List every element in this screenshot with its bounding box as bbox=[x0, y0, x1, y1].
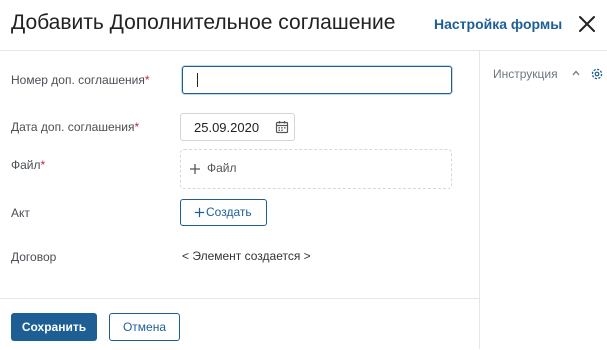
number-label-text: Номер доп. соглашения bbox=[11, 73, 145, 87]
cancel-button[interactable]: Отмена bbox=[109, 313, 180, 341]
file-upload-area[interactable]: Файл bbox=[180, 149, 452, 189]
text-caret bbox=[197, 73, 198, 87]
contract-label: Договор bbox=[11, 250, 57, 264]
side-panel: Инструкция bbox=[479, 51, 607, 349]
date-input[interactable]: 25.09.2020 bbox=[180, 113, 295, 141]
chevron-up-icon[interactable] bbox=[571, 68, 581, 78]
plus-icon bbox=[194, 207, 205, 218]
instructions-label[interactable]: Инструкция bbox=[493, 67, 558, 81]
create-act-button[interactable]: Создать bbox=[180, 199, 267, 226]
form-body: Номер доп. соглашения* Дата доп. соглаше… bbox=[0, 51, 479, 298]
date-label: Дата доп. соглашения* bbox=[11, 120, 139, 134]
date-label-text: Дата доп. соглашения bbox=[11, 120, 135, 134]
date-value: 25.09.2020 bbox=[194, 120, 260, 135]
plus-icon bbox=[190, 164, 200, 174]
contract-value: < Элемент создается > bbox=[182, 249, 311, 263]
file-label-text: Файл bbox=[11, 158, 41, 172]
number-input[interactable] bbox=[182, 66, 452, 94]
form-settings-link[interactable]: Настройка формы bbox=[434, 16, 562, 32]
calendar-icon[interactable] bbox=[275, 120, 289, 134]
save-button[interactable]: Сохранить bbox=[11, 313, 97, 341]
number-label: Номер доп. соглашения* bbox=[11, 73, 150, 87]
file-upload-label: Файл bbox=[207, 161, 237, 175]
dialog-footer: Сохранить Отмена bbox=[0, 298, 479, 350]
act-label: Акт bbox=[11, 206, 30, 220]
required-mark: * bbox=[144, 73, 150, 87]
close-icon[interactable] bbox=[575, 12, 599, 36]
file-label: Файл* bbox=[11, 158, 45, 172]
dialog-title: Добавить Дополнительное соглашение bbox=[11, 11, 396, 34]
required-mark: * bbox=[134, 120, 140, 134]
required-mark: * bbox=[40, 158, 46, 172]
create-button-label: Создать bbox=[206, 205, 252, 219]
dialog-header: Добавить Дополнительное соглашение Настр… bbox=[0, 0, 607, 51]
gear-icon[interactable] bbox=[590, 67, 604, 81]
